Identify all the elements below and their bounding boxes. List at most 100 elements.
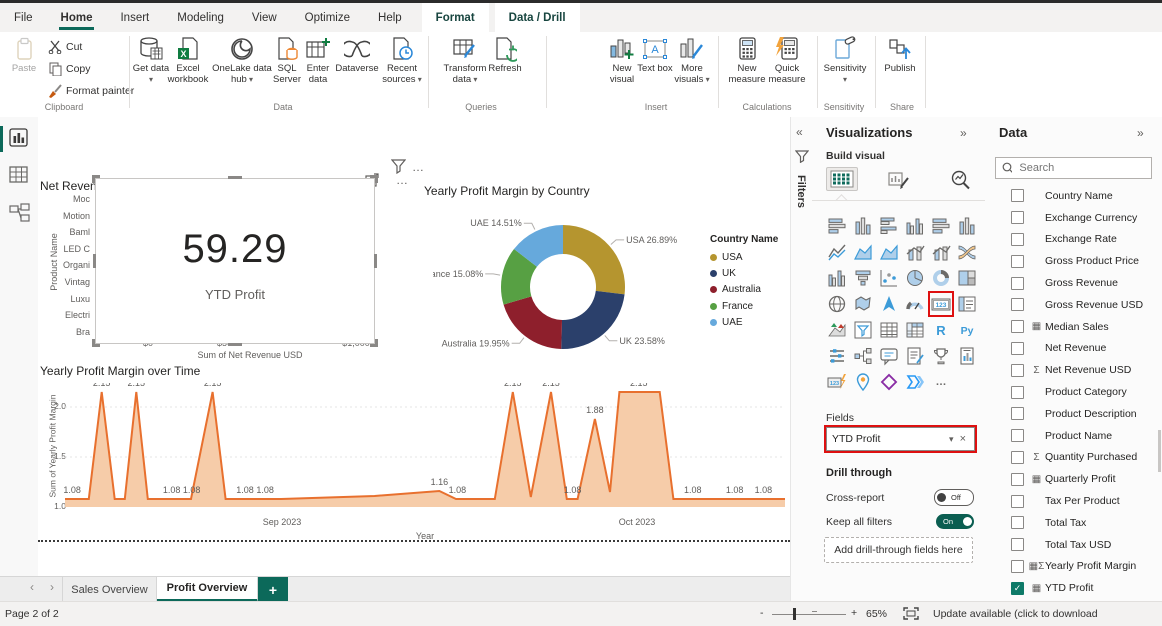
visual-type-gauge[interactable] (902, 291, 928, 317)
field-checkbox[interactable] (1011, 320, 1024, 334)
resize-handle[interactable] (92, 339, 95, 347)
search-box[interactable] (995, 157, 1152, 179)
resize-handle[interactable] (228, 176, 242, 179)
ribbon-contextual-tab-data---drill[interactable]: Data / Drill (494, 3, 580, 32)
sensitivity-button[interactable]: Sensitivity (822, 35, 868, 99)
field-row-gross-product-price[interactable]: Gross Product Price (985, 250, 1162, 272)
new-visual-button[interactable]: New visual (602, 35, 642, 99)
field-row-country-name[interactable]: Country Name (985, 185, 1162, 207)
visual-type-qa-visual[interactable] (876, 343, 902, 369)
refresh-button[interactable]: Refresh (485, 35, 525, 99)
visual-type-paginated-report[interactable] (954, 343, 980, 369)
field-checkbox[interactable] (1011, 450, 1024, 464)
visual-type-card[interactable]: 123 (928, 291, 954, 317)
resize-handle[interactable] (374, 254, 377, 268)
donut-chart[interactable]: USA 26.89% UK 23.58% Australia 19.95% Franc… (433, 212, 713, 367)
resize-handle[interactable] (375, 339, 378, 347)
field-row-net-revenue-usd[interactable]: Σ Net Revenue USD (985, 359, 1162, 381)
zoom-slider-thumb[interactable] (793, 608, 796, 620)
copy-button[interactable]: Copy (48, 62, 91, 76)
legend-item-uk[interactable]: UK (710, 265, 778, 281)
visual-type-multi-row-card[interactable] (954, 291, 980, 317)
resize-handle[interactable] (228, 343, 242, 346)
field-checkbox[interactable] (1011, 298, 1024, 312)
search-input[interactable] (1017, 161, 1145, 175)
legend-item-france[interactable]: France (710, 298, 778, 314)
area-chart[interactable]: 1.082.15 2.151.08 1.082.151.08 1.081.161.08… (63, 383, 787, 513)
visual-type-100-stacked-bar-chart[interactable] (928, 213, 954, 239)
visual-type-table[interactable] (876, 317, 902, 343)
visual-type-100-stacked-column-chart[interactable] (954, 213, 980, 239)
zoom-in-button[interactable]: + (851, 607, 857, 619)
visual-type-scatter-chart[interactable] (876, 265, 902, 291)
card-visual[interactable]: 59.29 YTD Profit (92, 175, 378, 347)
quick-measure-button[interactable]: Quick measure (759, 35, 815, 99)
text-box-button[interactable]: A Text box (637, 35, 673, 99)
visual-type-kpi[interactable] (824, 317, 850, 343)
visual-type-donut-chart[interactable] (928, 265, 954, 291)
field-checkbox[interactable] (1011, 407, 1024, 421)
model-view-button[interactable] (9, 203, 31, 225)
field-row-product-name[interactable]: Product Name (985, 425, 1162, 447)
visual-type-stacked-column-chart[interactable] (850, 213, 876, 239)
field-row-median-sales[interactable]: ▦ Median Sales (985, 316, 1162, 338)
ribbon-tab-modeling[interactable]: Modeling (163, 3, 238, 32)
field-row-yearly-profit-margin[interactable]: ▦Σ Yearly Profit Margin (985, 556, 1162, 578)
format-visual-tab[interactable] (888, 170, 910, 190)
field-row-quarterly-profit[interactable]: ▦ Quarterly Profit (985, 468, 1162, 490)
field-checkbox[interactable] (1011, 189, 1024, 203)
visual-type-line-and-clustered-column-chart[interactable] (928, 239, 954, 265)
visual-type-azure-map[interactable] (876, 291, 902, 317)
donut-slice-australia[interactable] (503, 296, 563, 349)
format-painter-button[interactable]: Format painter (48, 84, 134, 98)
visual-type-matrix[interactable] (902, 317, 928, 343)
visual-type-decomposition-tree[interactable] (850, 343, 876, 369)
visual-type-r-script-visual[interactable]: R (928, 317, 954, 343)
visual-type-funnel-chart[interactable] (850, 265, 876, 291)
data-pane-scrollbar[interactable] (1158, 430, 1161, 472)
ribbon-tab-insert[interactable]: Insert (106, 3, 163, 32)
expand-filters-icon[interactable]: « (796, 125, 803, 139)
resize-handle[interactable] (92, 175, 95, 183)
field-row-total-tax[interactable]: Total Tax (985, 512, 1162, 534)
field-row-product-category[interactable]: Product Category (985, 381, 1162, 403)
field-row-product-description[interactable]: Product Description (985, 403, 1162, 425)
field-checkbox[interactable] (1011, 276, 1024, 290)
visual-type-filled-map[interactable] (850, 291, 876, 317)
card-more-options-icon[interactable]: … (396, 173, 409, 187)
new-page-button[interactable]: + (258, 577, 288, 602)
visual-type-tile-slicer[interactable] (824, 343, 850, 369)
field-well-ytd-profit[interactable]: YTD Profit ▾ × (826, 427, 975, 451)
chevron-down-icon[interactable]: ▾ (946, 434, 957, 445)
field-row-exchange-currency[interactable]: Exchange Currency (985, 207, 1162, 229)
field-row-tax-per-product[interactable]: Tax Per Product (985, 490, 1162, 512)
visual-type-stacked-area-chart[interactable] (876, 239, 902, 265)
collapse-data-pane-icon[interactable]: » (1137, 126, 1144, 140)
recent-sources-button[interactable]: Recent sources (376, 35, 428, 99)
field-checkbox[interactable] (1011, 538, 1024, 552)
field-checkbox[interactable]: ✓ (1011, 581, 1024, 595)
page-tab-profit-overview[interactable]: Profit Overview (157, 577, 258, 602)
visual-type-treemap[interactable] (954, 265, 980, 291)
field-checkbox[interactable] (1011, 385, 1024, 399)
visual-type-clustered-bar-chart[interactable] (876, 213, 902, 239)
field-checkbox[interactable] (1011, 472, 1024, 486)
field-row-quantity-purchased[interactable]: Σ Quantity Purchased (985, 447, 1162, 469)
field-checkbox[interactable] (1011, 341, 1024, 355)
field-checkbox[interactable] (1011, 254, 1024, 268)
legend-item-usa[interactable]: USA (710, 249, 778, 265)
paste-button[interactable]: Paste (4, 35, 44, 99)
visual-type-area-chart[interactable] (850, 239, 876, 265)
bar-chart-more-options-icon[interactable]: … (412, 160, 425, 174)
report-canvas[interactable]: Net Revenu MocMotionBamlLED COrganiVinta… (38, 117, 790, 576)
filters-pane-label[interactable]: Filters (795, 175, 807, 208)
ribbon-tab-home[interactable]: Home (47, 3, 107, 32)
visual-type-slicer[interactable] (850, 317, 876, 343)
field-row-net-revenue[interactable]: Net Revenue (985, 338, 1162, 360)
build-visual-tab[interactable] (826, 167, 858, 191)
visual-type-more-visuals-ellipsis[interactable]: … (928, 369, 954, 395)
next-page-arrow[interactable]: › (50, 580, 54, 594)
keep-all-filters-toggle[interactable]: On (936, 514, 974, 529)
field-checkbox[interactable] (1011, 363, 1024, 377)
visual-type-stacked-bar-chart[interactable] (824, 213, 850, 239)
